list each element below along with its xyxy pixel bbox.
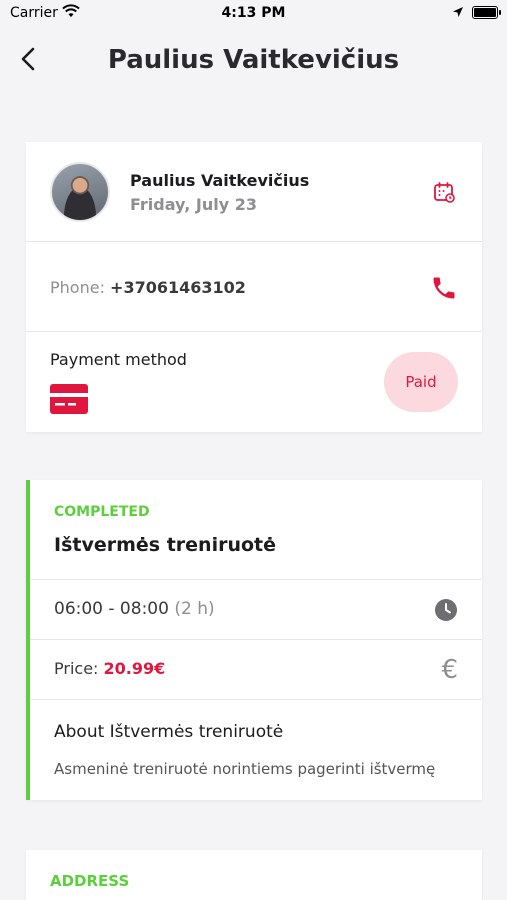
phone-row[interactable]: Phone: +37061463102 [26,242,482,332]
page-title: Paulius Vaitkevičius [107,45,400,75]
about-description: Asmeninė treniruotė norintiems pagerinti… [54,760,436,778]
clock-time: 4:13 PM [221,5,286,21]
status-bar: Carrier 4:13 PM [0,0,507,28]
address-label: ADDRESS [50,872,130,890]
client-card: Paulius Vaitkevičius Friday, July 23 Pho… [26,142,482,432]
about-title: About Ištvermės treniruotė [54,722,284,742]
time-text: 06:00 - 08:00 (2 h) [54,599,215,619]
phone-number: +37061463102 [110,278,246,297]
duration: (2 h) [174,599,215,619]
client-name: Paulius Vaitkevičius [130,171,310,190]
session-card: COMPLETED Ištvermės treniruotė 06:00 - 0… [26,480,482,800]
euro-icon: € [441,655,458,685]
calendar-icon[interactable] [432,180,456,204]
about-row: About Ištvermės treniruotė Asmeninė tren… [30,700,482,800]
price-label: Price: [54,659,99,678]
session-title: Ištvermės treniruotė [54,534,277,556]
session-header-row: COMPLETED Ištvermės treniruotė [30,480,482,580]
credit-card-icon [50,384,88,414]
time-range: 06:00 - 08:00 [54,599,169,619]
location-arrow-icon [453,7,463,17]
address-card: ADDRESS [26,850,482,900]
booking-date: Friday, July 23 [130,195,257,214]
battery-icon [472,6,501,19]
price-row: Price: 20.99€ € [30,640,482,700]
time-row: 06:00 - 08:00 (2 h) [30,580,482,640]
price-value: 20.99€ [103,659,166,678]
client-row: Paulius Vaitkevičius Friday, July 23 [26,142,482,242]
payment-row: Payment method Paid [26,332,482,432]
phone-text: Phone: +37061463102 [50,278,246,297]
nav-bar: Paulius Vaitkevičius [0,38,507,82]
clock-icon [435,599,457,621]
price-text: Price: 20.99€ [54,659,165,678]
phone-label: Phone: [50,278,105,297]
status-label: COMPLETED [54,504,150,520]
payment-method-label: Payment method [50,350,187,369]
paid-status-badge: Paid [384,352,458,412]
avatar [50,162,110,222]
phone-icon[interactable] [430,274,458,302]
